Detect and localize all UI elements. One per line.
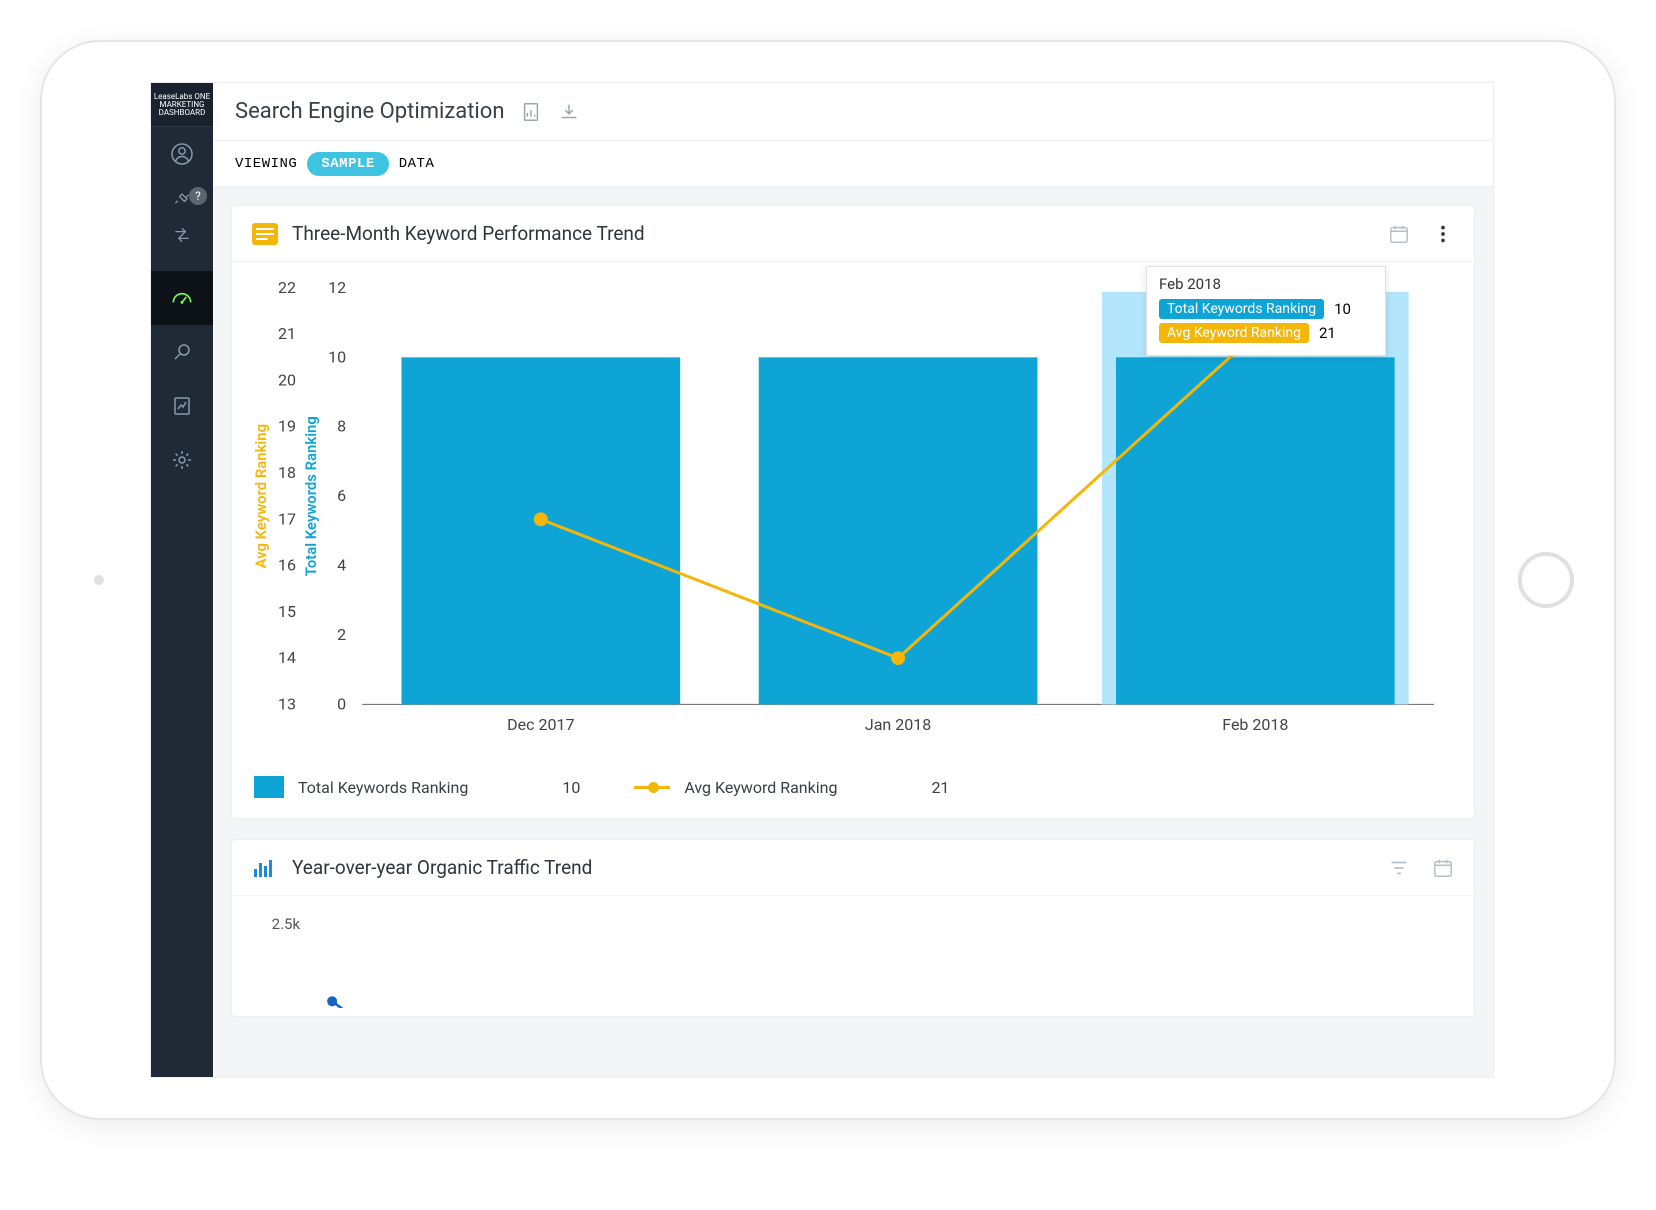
legend-swatch-blue	[254, 776, 284, 798]
content: Three-Month Keyword Performance Trend 0 2…	[213, 187, 1493, 1077]
sidebar-item-settings[interactable]	[151, 433, 213, 487]
chart-doc-icon	[170, 394, 194, 418]
svg-text:2.5k: 2.5k	[272, 915, 301, 933]
svg-text:10: 10	[328, 347, 346, 366]
chart-tooltip: Feb 2018 Total Keywords Ranking 10 Avg K…	[1146, 266, 1386, 356]
svg-text:Total Keywords Ranking: Total Keywords Ranking	[302, 416, 320, 576]
legend-total-val: 10	[562, 778, 580, 797]
card2-filter-button[interactable]	[1388, 857, 1410, 879]
svg-text:6: 6	[337, 486, 346, 505]
svg-text:Jan 2018: Jan 2018	[865, 715, 931, 734]
svg-text:2: 2	[337, 625, 346, 644]
legend-line-gold	[634, 786, 670, 789]
card-menu-button[interactable]	[1432, 223, 1454, 245]
tooltip-title: Feb 2018	[1159, 275, 1373, 293]
svg-text:8: 8	[337, 417, 346, 436]
screen: LeaseLabs ONE MARKETING DASHBOARD ?	[150, 82, 1494, 1078]
filter-viewing-label: VIEWING	[235, 156, 297, 172]
main: 0 Jan 2018 Feb 2018 ons Search Engine Op…	[213, 83, 1493, 1077]
svg-text:18: 18	[278, 463, 296, 482]
svg-text:Feb 2018: Feb 2018	[1222, 715, 1288, 734]
svg-text:4: 4	[337, 556, 346, 575]
legend-avg-val: 21	[931, 778, 949, 797]
help-badge[interactable]: ?	[189, 187, 207, 205]
sidebar-item-reports[interactable]	[151, 379, 213, 433]
plug2-icon	[170, 340, 194, 364]
card-calendar-button[interactable]	[1388, 223, 1410, 245]
user-icon	[170, 142, 194, 166]
sidebar-item-profile[interactable]	[151, 127, 213, 181]
card-keyword-trend: Three-Month Keyword Performance Trend 0 2…	[231, 205, 1475, 819]
sidebar: LeaseLabs ONE MARKETING DASHBOARD ?	[151, 83, 213, 1077]
card2-calendar-button[interactable]	[1432, 857, 1454, 879]
tooltip-avg-label: Avg Keyword Ranking	[1159, 323, 1309, 343]
svg-text:22: 22	[278, 278, 296, 297]
calendar-icon	[1388, 223, 1410, 245]
card2-head: Year-over-year Organic Traffic Trend	[232, 840, 1474, 896]
svg-text:13: 13	[278, 694, 296, 713]
arrows-icon	[172, 225, 192, 245]
tooltip-avg-val: 21	[1319, 324, 1336, 342]
gauge-icon	[169, 285, 195, 311]
svg-text:21: 21	[278, 324, 296, 343]
svg-text:0: 0	[337, 694, 346, 713]
tooltip-total-label: Total Keywords Ranking	[1159, 299, 1324, 319]
device-home-button[interactable]	[1518, 552, 1574, 608]
card-head: Three-Month Keyword Performance Trend	[232, 206, 1474, 262]
card-organic-traffic: Year-over-year Organic Traffic Trend 2.5…	[231, 839, 1475, 1017]
tb-report-icon[interactable]	[520, 101, 542, 123]
card-list-gold-icon	[252, 223, 278, 245]
tablet-frame: LeaseLabs ONE MARKETING DASHBOARD ?	[40, 40, 1616, 1120]
chart1-legend: Total Keywords Ranking 10 Avg Keyword Ra…	[232, 762, 1474, 818]
tooltip-total-val: 10	[1334, 300, 1351, 318]
filter-data-label: DATA	[399, 156, 435, 172]
device-camera	[94, 575, 104, 585]
titlebar: Search Engine Optimization	[213, 83, 1493, 141]
card-bars-blue-icon	[252, 857, 278, 879]
kebab-icon	[1432, 223, 1454, 245]
filterbar: VIEWING SAMPLE DATA	[213, 141, 1493, 187]
filter-sample-pill[interactable]: SAMPLE	[307, 152, 388, 176]
svg-text:Dec 2017: Dec 2017	[507, 715, 574, 734]
svg-text:15: 15	[278, 602, 296, 621]
filter-icon	[1388, 857, 1410, 879]
svg-text:16: 16	[278, 556, 296, 575]
chart1: 0 2 4 6 8 10 12 13 14 15 16 17 18 19 20 21 22 Avg Keyword…	[232, 262, 1474, 762]
svg-text:Avg Keyword Ranking: Avg Keyword Ranking	[252, 424, 270, 568]
chart2-svg: 2.5k2k	[252, 904, 1454, 1008]
brand-logo[interactable]: LeaseLabs ONE MARKETING DASHBOARD	[151, 83, 213, 127]
legend-avg-label: Avg Keyword Ranking	[684, 778, 837, 797]
tb-download-icon[interactable]	[558, 101, 580, 123]
card-title: Three-Month Keyword Performance Trend	[292, 222, 1366, 245]
download-icon	[558, 101, 580, 123]
chart2: 2.5k2k	[232, 896, 1474, 1016]
card2-title: Year-over-year Organic Traffic Trend	[292, 856, 1366, 879]
gear-icon	[170, 448, 194, 472]
svg-text:14: 14	[278, 648, 296, 667]
legend-total-label: Total Keywords Ranking	[298, 778, 468, 797]
svg-text:17: 17	[278, 509, 296, 528]
sidebar-item-dashboard[interactable]	[151, 271, 213, 325]
svg-text:20: 20	[278, 371, 296, 390]
sidebar-item-flow[interactable]	[151, 217, 213, 253]
svg-text:12: 12	[328, 278, 346, 297]
doc-bar-icon	[520, 101, 542, 123]
svg-text:19: 19	[278, 417, 296, 436]
calendar-icon	[1432, 857, 1454, 879]
sidebar-item-connections[interactable]	[151, 325, 213, 379]
page-title: Search Engine Optimization	[235, 99, 504, 124]
